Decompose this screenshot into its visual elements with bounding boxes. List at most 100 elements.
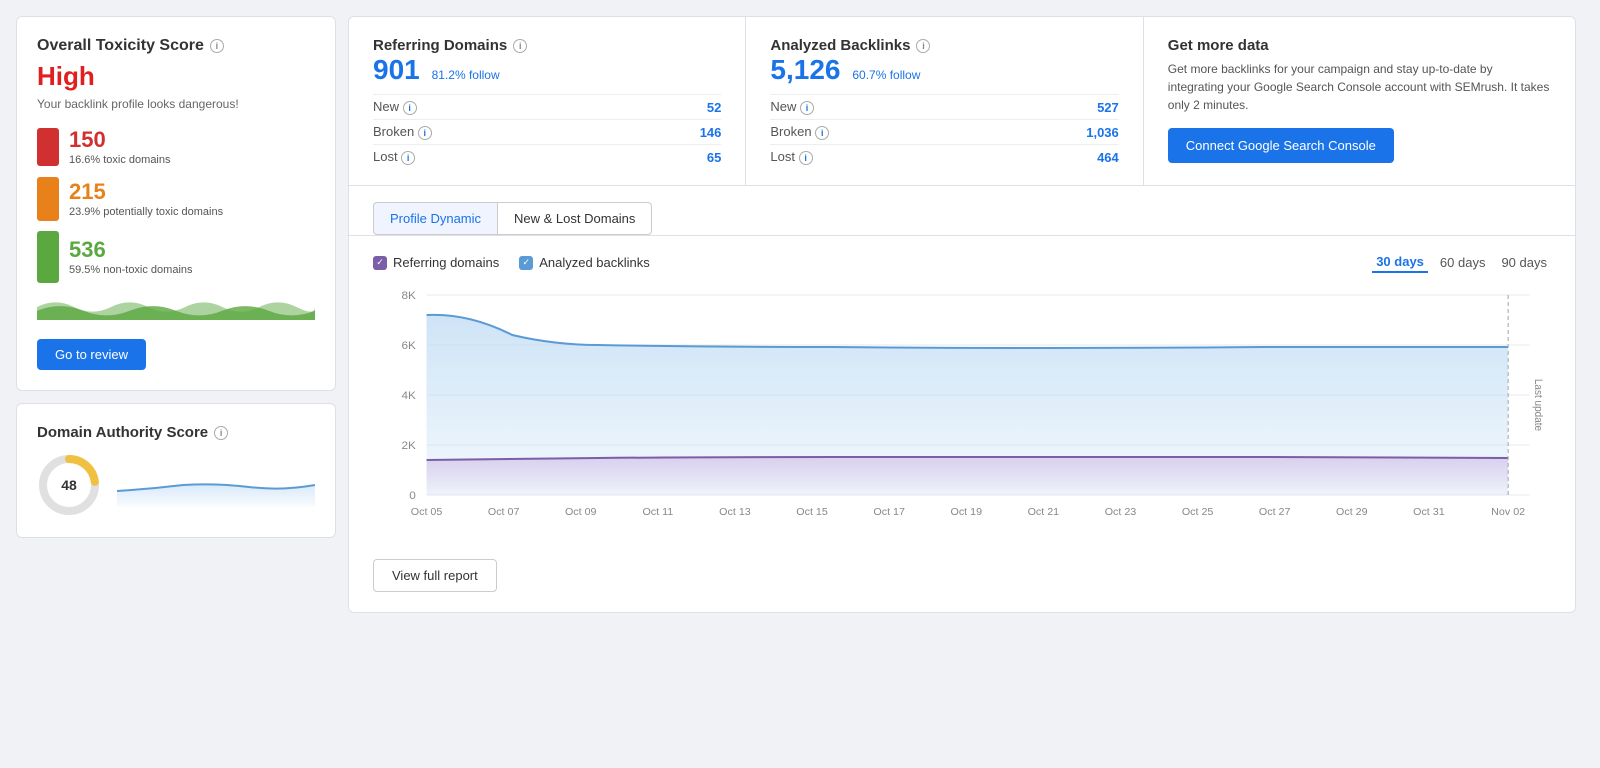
- score-number-1: 150: [69, 127, 171, 153]
- toxicity-title-text: Overall Toxicity Score: [37, 37, 204, 55]
- score-number-3: 536: [69, 237, 193, 263]
- svg-text:Oct 15: Oct 15: [796, 507, 828, 518]
- ab-broken-info[interactable]: i: [815, 126, 829, 140]
- legend-backlinks-checkbox[interactable]: ✓: [519, 256, 533, 270]
- svg-text:Oct 25: Oct 25: [1182, 507, 1214, 518]
- score-row-2: 215 23.9% potentially toxic domains: [37, 177, 315, 221]
- svg-text:Oct 19: Oct 19: [951, 507, 983, 518]
- rd-broken-row: Broken i 146: [373, 119, 721, 140]
- svg-text:Oct 29: Oct 29: [1336, 507, 1368, 518]
- get-more-title: Get more data: [1168, 37, 1551, 54]
- toxicity-description: Your backlink profile looks dangerous!: [37, 96, 315, 113]
- analyzed-backlinks-follow: 60.7% follow: [852, 68, 920, 82]
- da-info-icon[interactable]: i: [214, 426, 228, 440]
- legend-referring-checkbox[interactable]: ✓: [373, 256, 387, 270]
- da-title: Domain Authority Score i: [37, 424, 315, 441]
- svg-text:8K: 8K: [401, 290, 416, 302]
- filter-30-days[interactable]: 30 days: [1372, 252, 1428, 273]
- analyzed-backlinks-info-icon[interactable]: i: [916, 39, 930, 53]
- svg-text:Oct 23: Oct 23: [1105, 507, 1137, 518]
- tab-profile-dynamic[interactable]: Profile Dynamic: [373, 202, 497, 235]
- referring-domains-title: Referring Domains i: [373, 37, 721, 54]
- svg-text:Oct 21: Oct 21: [1028, 507, 1060, 518]
- score-bars: 150 16.6% toxic domains 215 23.9% potent…: [37, 127, 315, 283]
- svg-text:Oct 27: Oct 27: [1259, 507, 1291, 518]
- chart-section: ✓ Referring domains ✓ Analyzed backlinks…: [349, 236, 1575, 612]
- analyzed-backlinks-number: 5,126: [770, 54, 840, 85]
- toxicity-level: High: [37, 61, 315, 92]
- rd-new-row: New i 52: [373, 94, 721, 115]
- view-full-report-button[interactable]: View full report: [373, 559, 497, 592]
- da-score: 48: [61, 477, 77, 493]
- referring-domains-follow: 81.2% follow: [432, 68, 500, 82]
- right-panel: Referring Domains i 901 81.2% follow New…: [348, 16, 1576, 613]
- referring-domains-info-icon[interactable]: i: [513, 39, 527, 53]
- score-desc-3: 59.5% non-toxic domains: [69, 263, 193, 277]
- bar-potentially-toxic: [37, 177, 59, 221]
- analyzed-backlinks-block: Analyzed Backlinks i 5,126 60.7% follow …: [746, 17, 1143, 185]
- legend-referring-domains: ✓ Referring domains: [373, 255, 499, 270]
- connect-google-button[interactable]: Connect Google Search Console: [1168, 128, 1394, 163]
- referring-domains-sub-rows: New i 52 Broken i 146 Lost i 65: [373, 94, 721, 165]
- legend-backlinks-label: Analyzed backlinks: [539, 255, 650, 270]
- svg-text:4K: 4K: [401, 390, 416, 402]
- svg-text:2K: 2K: [401, 440, 416, 452]
- donut-chart: 48: [37, 453, 101, 517]
- bar-nontoxic: [37, 231, 59, 283]
- da-content: 48: [37, 453, 315, 517]
- svg-text:Nov 02: Nov 02: [1491, 507, 1525, 518]
- da-title-text: Domain Authority Score: [37, 424, 208, 441]
- ab-new-row: New i 527: [770, 94, 1118, 115]
- tab-new-lost-domains[interactable]: New & Lost Domains: [497, 202, 652, 235]
- get-more-text: Get more backlinks for your campaign and…: [1168, 60, 1551, 114]
- score-row-1: 150 16.6% toxic domains: [37, 127, 315, 167]
- day-filters: 30 days 60 days 90 days: [1372, 252, 1551, 273]
- score-number-2: 215: [69, 179, 223, 205]
- analyzed-backlinks-sub-rows: New i 527 Broken i 1,036 Lost i 464: [770, 94, 1118, 165]
- filter-90-days[interactable]: 90 days: [1497, 253, 1551, 272]
- rd-new-info[interactable]: i: [403, 101, 417, 115]
- svg-text:Oct 17: Oct 17: [873, 507, 905, 518]
- referring-domains-number: 901: [373, 54, 420, 85]
- ab-broken-row: Broken i 1,036: [770, 119, 1118, 140]
- toxicity-info-icon[interactable]: i: [210, 39, 224, 53]
- score-desc-2: 23.9% potentially toxic domains: [69, 205, 223, 219]
- svg-text:0: 0: [409, 490, 416, 502]
- rd-lost-row: Lost i 65: [373, 144, 721, 165]
- analyzed-backlinks-title: Analyzed Backlinks i: [770, 37, 1118, 54]
- main-chart: 8K 6K 4K 2K 0 Oct 05 Oct 07 Oct: [373, 285, 1551, 545]
- wavy-divider: [37, 293, 315, 321]
- score-desc-1: 16.6% toxic domains: [69, 153, 171, 167]
- ab-lost-info[interactable]: i: [799, 151, 813, 165]
- da-sparkline: [117, 463, 315, 507]
- svg-text:Oct 11: Oct 11: [642, 507, 673, 518]
- bar-toxic: [37, 128, 59, 166]
- get-more-block: Get more data Get more backlinks for you…: [1144, 17, 1575, 185]
- chart-legend-row: ✓ Referring domains ✓ Analyzed backlinks…: [373, 252, 1551, 273]
- rd-lost-info[interactable]: i: [401, 151, 415, 165]
- svg-text:Oct 31: Oct 31: [1413, 507, 1445, 518]
- svg-text:Oct 13: Oct 13: [719, 507, 751, 518]
- referring-domains-block: Referring Domains i 901 81.2% follow New…: [349, 17, 746, 185]
- rd-broken-info[interactable]: i: [418, 126, 432, 140]
- svg-text:Oct 05: Oct 05: [411, 507, 443, 518]
- tab-buttons: Profile Dynamic New & Lost Domains: [373, 202, 1551, 235]
- go-to-review-button[interactable]: Go to review: [37, 339, 146, 370]
- left-panel: Overall Toxicity Score i High Your backl…: [16, 16, 336, 613]
- score-row-3: 536 59.5% non-toxic domains: [37, 231, 315, 283]
- legend-analyzed-backlinks: ✓ Analyzed backlinks: [519, 255, 650, 270]
- stats-row: Referring Domains i 901 81.2% follow New…: [349, 17, 1575, 186]
- ab-lost-row: Lost i 464: [770, 144, 1118, 165]
- svg-text:6K: 6K: [401, 340, 416, 352]
- chart-wrap: 8K 6K 4K 2K 0 Oct 05 Oct 07 Oct: [373, 285, 1551, 545]
- svg-text:Oct 09: Oct 09: [565, 507, 597, 518]
- tabs-section: Profile Dynamic New & Lost Domains: [349, 186, 1575, 236]
- svg-text:Oct 07: Oct 07: [488, 507, 520, 518]
- main-container: Overall Toxicity Score i High Your backl…: [16, 16, 1576, 613]
- ab-new-info[interactable]: i: [800, 101, 814, 115]
- toxicity-card: Overall Toxicity Score i High Your backl…: [16, 16, 336, 391]
- filter-60-days[interactable]: 60 days: [1436, 253, 1490, 272]
- toxicity-title: Overall Toxicity Score i: [37, 37, 315, 55]
- svg-text:Last update: Last update: [1532, 379, 1543, 431]
- legend-referring-label: Referring domains: [393, 255, 499, 270]
